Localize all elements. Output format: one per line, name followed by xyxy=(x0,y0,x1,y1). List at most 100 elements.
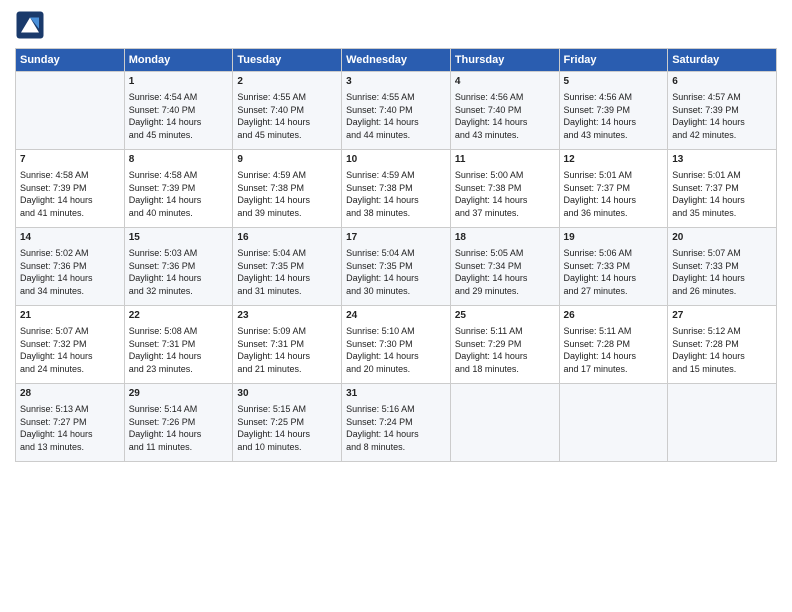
day-info: and 37 minutes. xyxy=(455,207,555,220)
header-cell-monday: Monday xyxy=(124,49,233,72)
day-number: 21 xyxy=(20,309,120,323)
day-info: Daylight: 14 hours xyxy=(237,194,337,207)
day-info: Sunrise: 5:07 AM xyxy=(672,247,772,260)
day-info: and 45 minutes. xyxy=(237,129,337,142)
day-info: and 38 minutes. xyxy=(346,207,446,220)
day-info: Sunset: 7:35 PM xyxy=(237,260,337,273)
day-number: 22 xyxy=(129,309,229,323)
day-info: Sunrise: 5:12 AM xyxy=(672,325,772,338)
day-number: 25 xyxy=(455,309,555,323)
day-info: Sunset: 7:24 PM xyxy=(346,416,446,429)
day-info: Sunrise: 5:09 AM xyxy=(237,325,337,338)
day-info: Sunset: 7:34 PM xyxy=(455,260,555,273)
calendar-cell: 16Sunrise: 5:04 AMSunset: 7:35 PMDayligh… xyxy=(233,228,342,306)
day-number: 8 xyxy=(129,153,229,167)
calendar-cell: 12Sunrise: 5:01 AMSunset: 7:37 PMDayligh… xyxy=(559,150,668,228)
day-info: Sunrise: 5:04 AM xyxy=(237,247,337,260)
week-row-3: 14Sunrise: 5:02 AMSunset: 7:36 PMDayligh… xyxy=(16,228,777,306)
calendar-cell: 4Sunrise: 4:56 AMSunset: 7:40 PMDaylight… xyxy=(450,72,559,150)
day-info: Sunset: 7:39 PM xyxy=(20,182,120,195)
day-info: and 34 minutes. xyxy=(20,285,120,298)
day-number: 6 xyxy=(672,75,772,89)
day-info: and 15 minutes. xyxy=(672,363,772,376)
day-info: Daylight: 14 hours xyxy=(455,116,555,129)
day-info: and 11 minutes. xyxy=(129,441,229,454)
day-info: and 26 minutes. xyxy=(672,285,772,298)
day-info: and 20 minutes. xyxy=(346,363,446,376)
day-info: Sunset: 7:38 PM xyxy=(455,182,555,195)
day-number: 28 xyxy=(20,387,120,401)
day-info: Daylight: 14 hours xyxy=(129,350,229,363)
day-info: Daylight: 14 hours xyxy=(564,194,664,207)
header-cell-saturday: Saturday xyxy=(668,49,777,72)
week-row-2: 7Sunrise: 4:58 AMSunset: 7:39 PMDaylight… xyxy=(16,150,777,228)
day-info: Sunset: 7:25 PM xyxy=(237,416,337,429)
day-info: Daylight: 14 hours xyxy=(564,116,664,129)
calendar-cell: 29Sunrise: 5:14 AMSunset: 7:26 PMDayligh… xyxy=(124,384,233,462)
day-info: Daylight: 14 hours xyxy=(237,272,337,285)
calendar-cell xyxy=(16,72,125,150)
day-info: and 43 minutes. xyxy=(564,129,664,142)
day-info: Daylight: 14 hours xyxy=(129,116,229,129)
day-number: 27 xyxy=(672,309,772,323)
day-info: Sunrise: 5:03 AM xyxy=(129,247,229,260)
week-row-5: 28Sunrise: 5:13 AMSunset: 7:27 PMDayligh… xyxy=(16,384,777,462)
day-info: Daylight: 14 hours xyxy=(346,116,446,129)
day-info: Sunrise: 5:15 AM xyxy=(237,403,337,416)
day-info: and 45 minutes. xyxy=(129,129,229,142)
day-info: and 29 minutes. xyxy=(455,285,555,298)
day-info: and 36 minutes. xyxy=(564,207,664,220)
day-info: Sunrise: 4:56 AM xyxy=(455,91,555,104)
day-info: Sunrise: 5:04 AM xyxy=(346,247,446,260)
calendar-table: SundayMondayTuesdayWednesdayThursdayFrid… xyxy=(15,48,777,462)
day-info: Daylight: 14 hours xyxy=(672,272,772,285)
day-number: 5 xyxy=(564,75,664,89)
day-info: Sunset: 7:31 PM xyxy=(129,338,229,351)
calendar-cell: 30Sunrise: 5:15 AMSunset: 7:25 PMDayligh… xyxy=(233,384,342,462)
day-info: Sunrise: 5:06 AM xyxy=(564,247,664,260)
calendar-cell: 26Sunrise: 5:11 AMSunset: 7:28 PMDayligh… xyxy=(559,306,668,384)
calendar-cell: 6Sunrise: 4:57 AMSunset: 7:39 PMDaylight… xyxy=(668,72,777,150)
day-number: 4 xyxy=(455,75,555,89)
day-info: Sunset: 7:36 PM xyxy=(129,260,229,273)
day-info: Sunset: 7:32 PM xyxy=(20,338,120,351)
day-info: and 42 minutes. xyxy=(672,129,772,142)
header-cell-friday: Friday xyxy=(559,49,668,72)
day-info: Sunrise: 5:10 AM xyxy=(346,325,446,338)
day-info: Sunset: 7:31 PM xyxy=(237,338,337,351)
logo xyxy=(15,10,49,40)
day-info: Sunset: 7:38 PM xyxy=(346,182,446,195)
day-number: 30 xyxy=(237,387,337,401)
day-info: Sunset: 7:39 PM xyxy=(564,104,664,117)
day-info: Sunrise: 5:02 AM xyxy=(20,247,120,260)
day-number: 18 xyxy=(455,231,555,245)
calendar-cell: 27Sunrise: 5:12 AMSunset: 7:28 PMDayligh… xyxy=(668,306,777,384)
day-info: and 30 minutes. xyxy=(346,285,446,298)
calendar-cell: 9Sunrise: 4:59 AMSunset: 7:38 PMDaylight… xyxy=(233,150,342,228)
day-info: Sunset: 7:39 PM xyxy=(129,182,229,195)
day-info: and 17 minutes. xyxy=(564,363,664,376)
day-info: Sunrise: 5:11 AM xyxy=(455,325,555,338)
day-info: Daylight: 14 hours xyxy=(20,350,120,363)
day-info: Daylight: 14 hours xyxy=(346,350,446,363)
calendar-cell: 5Sunrise: 4:56 AMSunset: 7:39 PMDaylight… xyxy=(559,72,668,150)
day-info: Sunrise: 5:11 AM xyxy=(564,325,664,338)
calendar-cell: 28Sunrise: 5:13 AMSunset: 7:27 PMDayligh… xyxy=(16,384,125,462)
day-number: 26 xyxy=(564,309,664,323)
day-info: Sunset: 7:36 PM xyxy=(20,260,120,273)
day-number: 11 xyxy=(455,153,555,167)
calendar-cell: 14Sunrise: 5:02 AMSunset: 7:36 PMDayligh… xyxy=(16,228,125,306)
day-info: Daylight: 14 hours xyxy=(455,350,555,363)
day-info: Sunrise: 5:14 AM xyxy=(129,403,229,416)
calendar-cell xyxy=(668,384,777,462)
day-info: and 21 minutes. xyxy=(237,363,337,376)
day-info: Daylight: 14 hours xyxy=(346,272,446,285)
day-info: Sunrise: 5:16 AM xyxy=(346,403,446,416)
day-number: 10 xyxy=(346,153,446,167)
day-info: and 32 minutes. xyxy=(129,285,229,298)
day-info: Sunset: 7:37 PM xyxy=(564,182,664,195)
calendar-cell: 31Sunrise: 5:16 AMSunset: 7:24 PMDayligh… xyxy=(342,384,451,462)
calendar-cell: 23Sunrise: 5:09 AMSunset: 7:31 PMDayligh… xyxy=(233,306,342,384)
calendar-cell: 15Sunrise: 5:03 AMSunset: 7:36 PMDayligh… xyxy=(124,228,233,306)
day-number: 17 xyxy=(346,231,446,245)
